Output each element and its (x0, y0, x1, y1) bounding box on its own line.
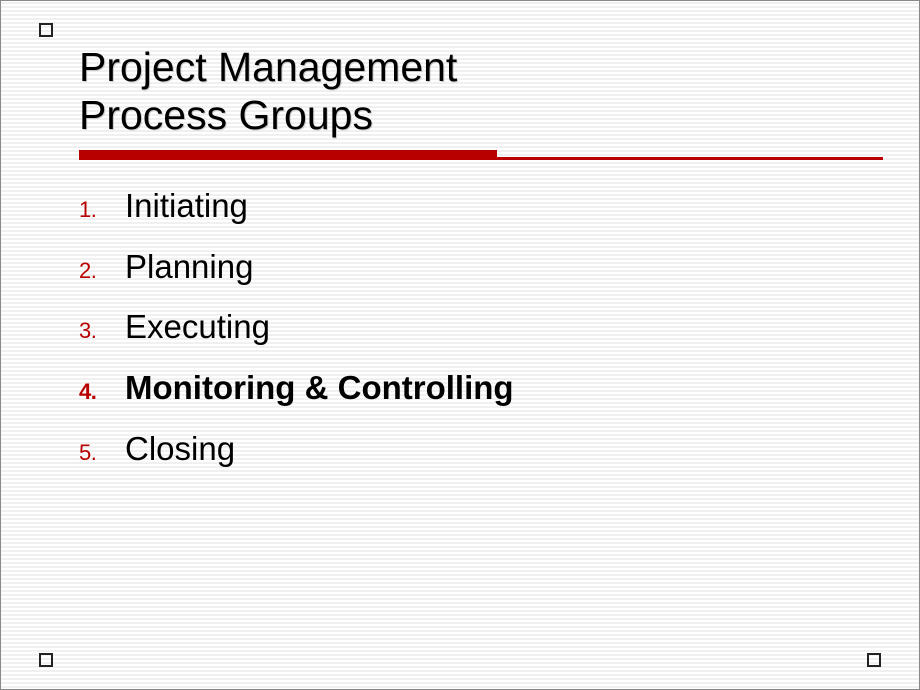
title-line-2: Process Groups (79, 91, 879, 139)
list-item: 2. Planning (79, 241, 919, 294)
accent-underline (79, 150, 883, 162)
list-text: Initiating (125, 180, 248, 233)
list-item: 5. Closing (79, 423, 919, 476)
list-number: 1. (79, 197, 125, 223)
list-number: 2. (79, 258, 125, 284)
list-text: Executing (125, 301, 270, 354)
list-item: 3. Executing (79, 301, 919, 354)
list-number: 3. (79, 318, 125, 344)
corner-decoration-bl (39, 653, 53, 667)
list-item: 1. Initiating (79, 180, 919, 233)
list-text: Monitoring & Controlling (125, 362, 514, 415)
list-number: 5. (79, 440, 125, 466)
title-line-1: Project Management (79, 43, 879, 91)
corner-decoration-br (867, 653, 881, 667)
list-text: Closing (125, 423, 235, 476)
list-number: 4. (79, 379, 125, 405)
accent-thick-segment (79, 150, 497, 160)
accent-thin-segment (497, 157, 883, 160)
process-list: 1. Initiating 2. Planning 3. Executing 4… (1, 162, 919, 476)
corner-decoration-tl (39, 23, 53, 37)
slide-title: Project Management Process Groups (1, 1, 919, 140)
list-item: 4. Monitoring & Controlling (79, 362, 919, 415)
slide-frame: Project Management Process Groups 1. Ini… (0, 0, 920, 690)
list-text: Planning (125, 241, 253, 294)
